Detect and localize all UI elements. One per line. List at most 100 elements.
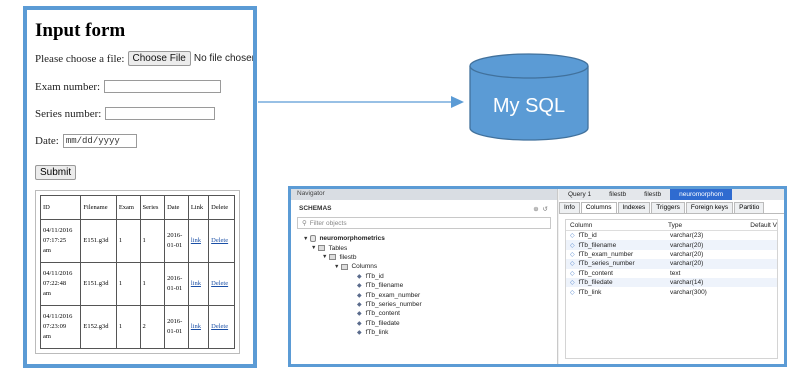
tab-foreign-keys[interactable]: Foreign keys <box>685 202 734 213</box>
row-link[interactable]: link <box>191 323 201 330</box>
row-delete-link[interactable]: Delete <box>211 323 228 330</box>
column-icon: ◆ <box>357 301 362 308</box>
tab-info[interactable]: Info <box>559 202 580 213</box>
column-icon: ◆ <box>357 330 362 337</box>
table-icon <box>329 254 337 261</box>
row-link[interactable]: link <box>191 237 201 244</box>
cell-exam: 1 <box>115 262 141 306</box>
column-icon: ◆ <box>357 320 362 327</box>
workbench-screenshot: Navigator SCHEMAS ⊕ ↺ ⚲ Filter objects ▼… <box>288 186 787 367</box>
choose-file-button[interactable]: Choose File <box>127 51 191 66</box>
header-id: ID <box>39 195 82 220</box>
grid-header-column: Column <box>570 221 593 229</box>
submit-button[interactable]: Submit <box>35 165 77 180</box>
tree-column-item[interactable]: ◆ fTb_content <box>291 309 557 318</box>
tab-neuromorphom[interactable]: neuromorphom <box>670 189 733 200</box>
tree-item-tables[interactable]: ▼ Tables <box>291 243 557 252</box>
column-icon: ◇ <box>570 242 575 249</box>
tree-item-db[interactable]: ▼ neuromorphometrics <box>291 234 557 243</box>
input-form-panel: Input form Please choose a file: Choose … <box>23 6 257 368</box>
tab-partitions[interactable]: Partitio <box>734 202 765 213</box>
file-label: Please choose a file: <box>35 52 125 65</box>
tree-column-item[interactable]: ◆ fTb_filedate <box>291 319 557 328</box>
column-icon: ◆ <box>357 311 362 318</box>
cell-link: link <box>187 219 210 263</box>
expand-arrow-icon: ▼ <box>322 254 328 261</box>
files-table-wrapper: ID Filename Exam Series Date Link Delete… <box>35 190 240 354</box>
tree-column-item[interactable]: ◆ fTb_series_number <box>291 300 557 309</box>
search-icon: ⚲ <box>302 220 307 227</box>
row-link[interactable]: link <box>191 280 201 287</box>
schema-tree: ▼ neuromorphometrics ▼ Tables ▼ filestb ▼ Co… <box>291 234 557 337</box>
table-row: 04/11/2016 07:22:48 am E151.g3d 1 1 2016- 0… <box>39 262 235 306</box>
no-file-text: No file chosen <box>193 53 257 64</box>
expand-arrow-icon: ▼ <box>303 235 309 242</box>
cell-exam: 1 <box>115 219 141 263</box>
exam-label: Exam number: <box>35 80 101 93</box>
cell-series: 1 <box>139 219 166 263</box>
tab-columns[interactable]: Columns <box>580 202 617 213</box>
tree-column-item[interactable]: ◆ fTb_link <box>291 328 557 337</box>
tab-indexes[interactable]: Indexes <box>617 202 651 213</box>
table-row: 04/11/2016 07:23:09 am E152.g3d 1 2 2016- 0… <box>39 305 235 349</box>
tree-column-item[interactable]: ◆ fTb_id <box>291 272 557 281</box>
grid-row[interactable]: ◇ fTb_content text <box>566 269 777 278</box>
cell-id: 04/11/2016 07:17:25 am <box>39 219 82 263</box>
tree-item-table[interactable]: ▼ filestb <box>291 253 557 262</box>
grid-row[interactable]: ◇ fTb_series_number varchar(20) <box>566 259 777 269</box>
navigator-header: Navigator <box>291 189 557 200</box>
schemas-label: SCHEMAS <box>299 205 332 212</box>
cell-delete: Delete <box>208 262 235 306</box>
cell-series: 1 <box>139 262 166 306</box>
database-icon <box>310 235 317 243</box>
grid-row[interactable]: ◇ fTb_exam_number varchar(20) <box>566 250 777 259</box>
schemas-row: SCHEMAS ⊕ ↺ <box>291 200 557 216</box>
columns-icon <box>341 263 349 270</box>
grid-header-default: Default V <box>750 221 777 229</box>
column-icon: ◆ <box>357 273 362 280</box>
series-number-input[interactable] <box>105 107 216 120</box>
date-input[interactable]: mm/dd/yyyy <box>62 134 137 148</box>
filter-input[interactable]: ⚲ Filter objects <box>297 217 551 229</box>
cell-delete: Delete <box>208 219 235 263</box>
tab-filestb[interactable]: filestb <box>600 191 635 198</box>
query-tabs: Query 1 filestb filestb neuromorphom <box>559 189 784 200</box>
cell-link: link <box>187 305 210 349</box>
column-icon: ◇ <box>570 280 575 287</box>
refresh-icon[interactable]: ⊕ ↺ <box>533 205 549 213</box>
tree-item-columns[interactable]: ▼ Columns <box>291 262 557 271</box>
cell-series: 2 <box>139 305 166 349</box>
grid-row[interactable]: ◇ fTb_link varchar(300) <box>566 287 777 296</box>
grid-header: Column Type Default V <box>566 220 777 231</box>
row-delete-link[interactable]: Delete <box>211 280 228 287</box>
navigator-panel: Navigator SCHEMAS ⊕ ↺ ⚲ Filter objects ▼… <box>291 189 558 364</box>
grid-row[interactable]: ◇ fTb_id varchar(23) <box>566 231 777 240</box>
file-row: Please choose a file: Choose File No fil… <box>35 51 253 66</box>
database-label: My SQL <box>493 95 565 117</box>
inspector-tabs: Info Columns Indexes Triggers Foreign ke… <box>559 202 784 214</box>
date-label: Date: <box>35 135 59 147</box>
header-exam: Exam <box>115 195 141 220</box>
expand-arrow-icon: ▼ <box>311 245 317 252</box>
header-series: Series <box>139 195 166 220</box>
row-delete-link[interactable]: Delete <box>211 237 228 244</box>
header-delete: Delete <box>208 195 235 220</box>
files-table: ID Filename Exam Series Date Link Delete… <box>39 195 235 349</box>
tab-query-1[interactable]: Query 1 <box>559 191 600 198</box>
tab-filestb-2[interactable]: filestb <box>635 191 670 198</box>
expand-arrow-icon: ▼ <box>334 263 340 270</box>
exam-number-input[interactable] <box>104 80 222 93</box>
tree-column-item[interactable]: ◆ fTb_exam_number <box>291 290 557 299</box>
database-cylinder: My SQL <box>469 53 589 141</box>
tab-triggers[interactable]: Triggers <box>651 202 685 213</box>
tree-column-item[interactable]: ◆ fTb_filename <box>291 281 557 290</box>
flow-arrow <box>258 96 464 108</box>
grid-row[interactable]: ◇ fTb_filename varchar(20) <box>566 240 777 250</box>
exam-row: Exam number: <box>35 80 245 93</box>
filter-placeholder: Filter objects <box>309 219 347 227</box>
column-icon: ◇ <box>570 251 575 258</box>
table-inspector: Query 1 filestb filestb neuromorphom Inf… <box>559 189 784 364</box>
cell-link: link <box>187 262 210 306</box>
cell-delete: Delete <box>208 305 235 349</box>
grid-row[interactable]: ◇ fTb_filedate varchar(14) <box>566 277 777 288</box>
